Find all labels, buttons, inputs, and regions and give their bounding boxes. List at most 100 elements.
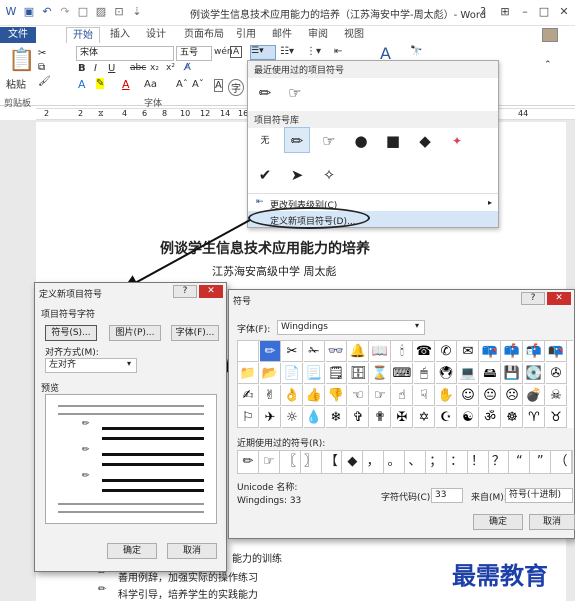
- symbol-cell[interactable]: 🖱: [414, 363, 435, 384]
- bullet-char-section-label: 项目符号字符: [41, 310, 96, 320]
- symbol-cell[interactable]: 📬: [524, 341, 545, 362]
- char-code-input[interactable]: 33: [431, 488, 463, 503]
- symbol-cell[interactable]: [238, 341, 259, 362]
- recent-symbol-cell[interactable]: ？: [488, 451, 510, 473]
- symbol-cell[interactable]: ☞: [370, 385, 391, 406]
- symbol-cell[interactable]: ✉: [458, 341, 479, 362]
- symbol-cell[interactable]: ✁: [304, 341, 325, 362]
- symbol-cell[interactable]: 💻: [458, 363, 479, 384]
- symbol-cell[interactable]: ✟: [370, 407, 391, 428]
- symbol-cell[interactable]: ☪: [436, 407, 457, 428]
- symbol-cell[interactable]: ☠: [546, 385, 567, 406]
- symbol-cell[interactable]: 🖲: [436, 363, 457, 384]
- char-code-label: 字符代码(C):: [381, 493, 434, 503]
- symbol-button[interactable]: 符号(S)...: [45, 325, 97, 341]
- cancel-button[interactable]: 取消: [529, 514, 575, 530]
- recent-symbol-cell[interactable]: 〗: [300, 451, 322, 473]
- recent-symbol-cell[interactable]: ：: [446, 451, 468, 473]
- picture-button[interactable]: 图片(P)...: [109, 325, 161, 341]
- recent-symbol-cell[interactable]: ；: [425, 451, 447, 473]
- symbol-cell[interactable]: 📄: [282, 363, 303, 384]
- symbol-cell[interactable]: ✠: [392, 407, 413, 428]
- help-button[interactable]: ?: [173, 285, 197, 298]
- recent-symbol-cell[interactable]: ！: [467, 451, 489, 473]
- symbol-cell[interactable]: ☎: [414, 341, 435, 362]
- symbol-cell[interactable]: 📫: [502, 341, 523, 362]
- chevron-down-icon[interactable]: ▾: [127, 359, 131, 368]
- symbol-font-select[interactable]: Wingdings: [277, 320, 425, 335]
- symbol-cell[interactable]: ⌨: [392, 363, 413, 384]
- recent-symbol-cell[interactable]: ◆: [342, 451, 364, 473]
- symbol-cell[interactable]: ☝: [392, 385, 413, 406]
- symbol-cell[interactable]: ✇: [546, 363, 567, 384]
- close-button[interactable]: ✕: [547, 292, 571, 305]
- from-select[interactable]: 符号(十进制): [505, 488, 573, 503]
- symbol-cell[interactable]: ✡: [414, 407, 435, 428]
- symbol-cell[interactable]: ✏: [260, 341, 281, 362]
- symbol-cell[interactable]: 👌: [282, 385, 303, 406]
- recent-symbol-cell[interactable]: ☞: [258, 451, 280, 473]
- symbol-cell[interactable]: ✂: [282, 341, 303, 362]
- alignment-select[interactable]: 左对齐: [45, 358, 137, 373]
- recent-symbol-cell[interactable]: 【: [321, 451, 343, 473]
- watermark: 最需教育: [452, 561, 548, 590]
- recent-symbol-cell[interactable]: “: [509, 451, 531, 473]
- symbol-cell[interactable]: ☸: [502, 407, 523, 428]
- symbol-cell[interactable]: ⚐: [238, 407, 259, 428]
- symbol-cell[interactable]: 💣: [524, 385, 545, 406]
- symbol-cell[interactable]: ✋: [436, 385, 457, 406]
- recent-symbol-cell[interactable]: 、: [405, 451, 426, 473]
- symbol-cell[interactable]: 📪: [480, 341, 501, 362]
- symbol-cell[interactable]: ♈: [524, 407, 545, 428]
- recent-symbol-cell[interactable]: ✏: [238, 451, 259, 473]
- symbol-grid: ✏ ✂ ✁ 👓 🔔 📖 🕯 ☎ ✆ ✉ 📪 📫 📬 📭 📁 📂 📄 📃 🗒 🗄 ⌛ ⌨ 🖱 🖲 💻 🖴 💾 💽 ✇ ✍ ✌ 👌 👍 👎 ☜ ☞ ☝ ☟ ✋ ☺…: [237, 340, 573, 428]
- symbol-cell[interactable]: 📖: [370, 341, 391, 362]
- symbol-cell[interactable]: ✌: [260, 385, 281, 406]
- recent-symbol-cell[interactable]: （: [551, 451, 572, 473]
- symbol-cell[interactable]: 👎: [326, 385, 347, 406]
- ok-button[interactable]: 确定: [473, 514, 523, 530]
- recent-symbol-cell[interactable]: 。: [384, 451, 405, 473]
- symbol-cell[interactable]: ✞: [348, 407, 369, 428]
- dialog-title: 定义新项目符号: [39, 290, 103, 300]
- symbol-cell[interactable]: 💽: [524, 363, 545, 384]
- symbol-cell[interactable]: 📁: [238, 363, 259, 384]
- symbol-cell[interactable]: ☹: [502, 385, 523, 406]
- symbol-cell[interactable]: 📭: [546, 341, 567, 362]
- symbol-cell[interactable]: 🖴: [480, 363, 501, 384]
- symbol-cell[interactable]: ☺: [458, 385, 479, 406]
- recent-symbols-row: ✏ ☞ 〖〗【◆，。、；：！？ “” （: [237, 450, 573, 474]
- close-button[interactable]: ✕: [199, 285, 223, 298]
- symbol-cell[interactable]: ☼: [282, 407, 303, 428]
- symbol-cell[interactable]: ☯: [458, 407, 479, 428]
- symbol-cell[interactable]: 🕯: [392, 341, 413, 362]
- symbol-cell[interactable]: ⌛: [370, 363, 391, 384]
- cancel-button[interactable]: 取消: [167, 543, 217, 559]
- symbol-cell[interactable]: 💾: [502, 363, 523, 384]
- symbol-cell[interactable]: ✈: [260, 407, 281, 428]
- recent-symbol-cell[interactable]: ”: [530, 451, 552, 473]
- symbol-cell[interactable]: 📂: [260, 363, 281, 384]
- symbol-cell[interactable]: ✆: [436, 341, 457, 362]
- ok-button[interactable]: 确定: [107, 543, 157, 559]
- symbol-cell[interactable]: ✍: [238, 385, 259, 406]
- symbol-cell[interactable]: ❄: [326, 407, 347, 428]
- symbol-cell[interactable]: 🔔: [348, 341, 369, 362]
- symbol-cell[interactable]: 😐: [480, 385, 501, 406]
- preview-box: ✏ ✏ ✏: [45, 394, 217, 524]
- help-button[interactable]: ?: [521, 292, 545, 305]
- symbol-cell[interactable]: ॐ: [480, 407, 501, 428]
- symbol-cell[interactable]: 📃: [304, 363, 325, 384]
- font-button[interactable]: 字体(F)...: [171, 325, 219, 341]
- recent-symbol-cell[interactable]: 〖: [279, 451, 301, 473]
- recent-symbol-cell[interactable]: ，: [363, 451, 385, 473]
- symbol-cell[interactable]: ☟: [414, 385, 435, 406]
- symbol-cell[interactable]: 🗄: [348, 363, 369, 384]
- symbol-cell[interactable]: 💧: [304, 407, 325, 428]
- symbol-cell[interactable]: ☜: [348, 385, 369, 406]
- chevron-down-icon[interactable]: ▾: [415, 321, 419, 330]
- symbol-cell[interactable]: 👓: [326, 341, 347, 362]
- symbol-cell[interactable]: 👍: [304, 385, 325, 406]
- symbol-cell[interactable]: 🗒: [326, 363, 347, 384]
- symbol-cell[interactable]: ♉: [546, 407, 567, 428]
